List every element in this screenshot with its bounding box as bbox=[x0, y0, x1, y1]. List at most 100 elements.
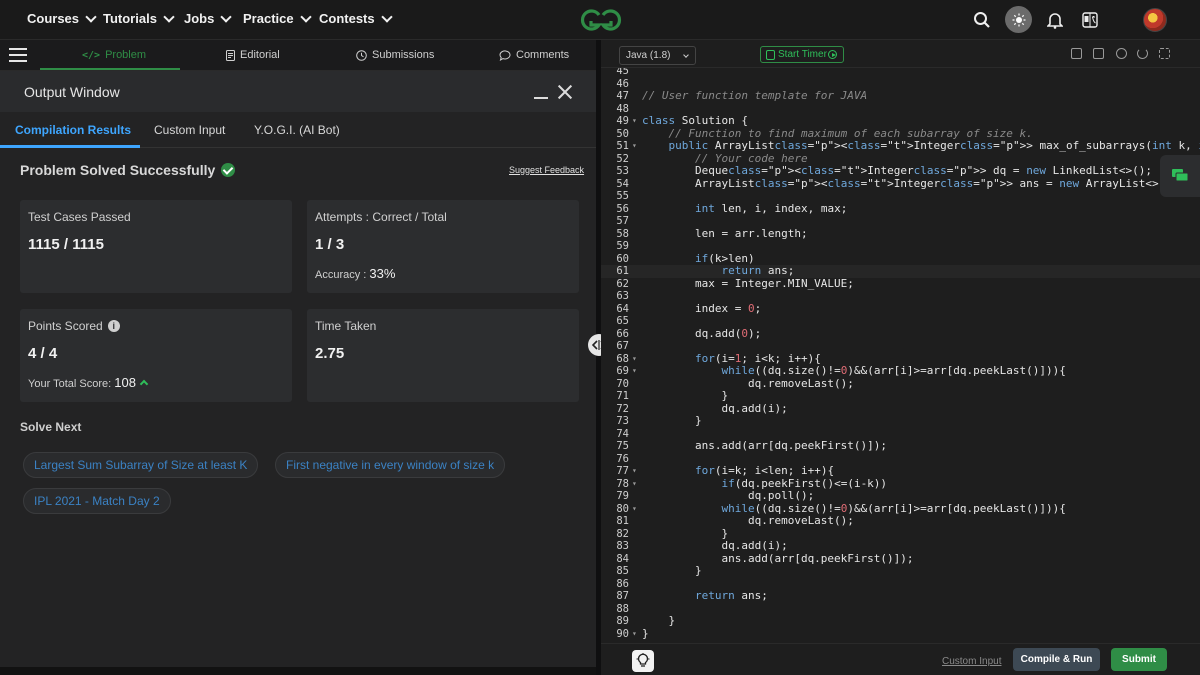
code-line[interactable]: 71 } bbox=[601, 389, 1200, 403]
tab-custom-input[interactable]: Custom Input bbox=[154, 123, 225, 137]
nav-jobs-label: Jobs bbox=[184, 11, 215, 26]
nav-jobs[interactable]: Jobs bbox=[184, 10, 233, 26]
card-test-cases: Test Cases Passed 1115 / 1115 bbox=[20, 200, 292, 293]
copy-icon[interactable] bbox=[1071, 48, 1082, 59]
compile-run-button[interactable]: Compile & Run bbox=[1013, 648, 1100, 671]
code-line[interactable]: 58 len = arr.length; bbox=[601, 227, 1200, 241]
code-line[interactable]: 65 bbox=[601, 315, 1200, 328]
settings-icon[interactable] bbox=[1116, 48, 1127, 59]
code-line[interactable]: 59 bbox=[601, 240, 1200, 253]
close-icon[interactable] bbox=[557, 84, 573, 100]
line-number: 66 bbox=[616, 327, 629, 340]
editor-footer: Custom Input Compile & Run Submit bbox=[601, 643, 1200, 675]
nav-tutorials[interactable]: Tutorials bbox=[103, 10, 175, 26]
code-line[interactable]: 69 ▾ while((dq.size()!=0)&&(arr[i]>=arr[d… bbox=[601, 364, 1200, 378]
translate-icon[interactable] bbox=[1078, 8, 1102, 32]
code-text: return ans; bbox=[721, 264, 795, 277]
nav-courses-label: Courses bbox=[27, 11, 80, 26]
line-number: 90 bbox=[616, 627, 629, 640]
code-line[interactable]: 66 dq.add(0); bbox=[601, 327, 1200, 341]
tab-editorial[interactable]: Editorial bbox=[226, 49, 280, 61]
code-text: } bbox=[642, 414, 702, 427]
code-line[interactable]: 81 dq.removeLast(); bbox=[601, 514, 1200, 528]
fold-chevron-icon[interactable]: ▾ bbox=[632, 353, 637, 366]
code-line[interactable]: 77 ▾ for(i=k; i<len; i++){ bbox=[601, 464, 1200, 478]
bell-icon[interactable] bbox=[1043, 8, 1067, 32]
comment-icon bbox=[499, 49, 511, 61]
search-icon[interactable] bbox=[970, 8, 994, 32]
code-line[interactable]: 62 max = Integer.MIN_VALUE; bbox=[601, 277, 1200, 291]
solve-next-chip[interactable]: First negative in every window of size k bbox=[275, 452, 506, 478]
code-area[interactable]: 45 46 47 // User function template for JAVA… bbox=[601, 68, 1200, 644]
suggest-feedback-link[interactable]: Suggest Feedback bbox=[509, 165, 584, 175]
chat-icon[interactable] bbox=[1160, 155, 1200, 197]
fold-chevron-icon[interactable]: ▾ bbox=[632, 503, 637, 516]
code-editor-panel: Java (1.8) Start Timer 45 46 47 // User fun… bbox=[601, 40, 1200, 675]
line-number: 52 bbox=[616, 152, 629, 165]
language-select[interactable]: Java (1.8) bbox=[619, 46, 696, 65]
status-text: Problem Solved Successfully bbox=[20, 162, 216, 178]
code-line[interactable]: 88 bbox=[601, 603, 1200, 616]
code-line[interactable]: 79 dq.poll(); bbox=[601, 489, 1200, 503]
fullscreen-icon[interactable] bbox=[1159, 48, 1170, 59]
info-icon[interactable]: i bbox=[107, 320, 120, 332]
line-number: 83 bbox=[616, 540, 629, 552]
tab-compilation-results[interactable]: Compilation Results bbox=[15, 123, 131, 137]
code-line[interactable]: 90 ▾} bbox=[601, 627, 1200, 641]
lightbulb-icon[interactable] bbox=[632, 650, 654, 672]
code-line[interactable]: 75 ans.add(arr[dq.peekFirst()]); bbox=[601, 439, 1200, 453]
line-number: 76 bbox=[616, 452, 629, 465]
nav-contests[interactable]: Contests bbox=[319, 10, 393, 26]
tab-comments[interactable]: Comments bbox=[499, 49, 569, 61]
code-text: } bbox=[642, 564, 702, 577]
solve-next-chip[interactable]: Largest Sum Subarray of Size at least K bbox=[23, 452, 259, 478]
code-line[interactable]: 45 bbox=[601, 68, 1200, 78]
code-line[interactable]: 54 ArrayListclass="p"><class="t">Integer… bbox=[601, 177, 1200, 191]
solve-next-chip[interactable]: IPL 2021 - Match Day 2 bbox=[23, 488, 171, 514]
line-number: 51 bbox=[616, 140, 629, 152]
nav-tutorials-label: Tutorials bbox=[103, 11, 157, 26]
code-line[interactable]: 63 bbox=[601, 290, 1200, 303]
fold-chevron-icon[interactable]: ▾ bbox=[632, 478, 637, 491]
code-line[interactable]: 89 } bbox=[601, 614, 1200, 628]
nav-courses[interactable]: Courses bbox=[27, 10, 97, 26]
code-line[interactable]: 87 return ans; bbox=[601, 589, 1200, 603]
code-line[interactable]: 57 bbox=[601, 215, 1200, 228]
submit-button[interactable]: Submit bbox=[1111, 648, 1167, 671]
fold-chevron-icon[interactable]: ▾ bbox=[632, 115, 637, 128]
code-line[interactable]: 56 int len, i, index, max; bbox=[601, 201, 1200, 216]
code-line[interactable]: 51 ▾ public ArrayListclass="p"><class="t"… bbox=[601, 139, 1200, 153]
nav-practice[interactable]: Practice bbox=[243, 10, 312, 26]
line-number: 57 bbox=[616, 215, 629, 227]
code-line[interactable]: 83 dq.add(i); bbox=[601, 539, 1200, 553]
theme-toggle-sun-icon[interactable] bbox=[1005, 6, 1032, 33]
start-timer-button[interactable]: Start Timer bbox=[760, 46, 844, 63]
code-line[interactable]: 53 Dequeclass="p"><class="t">Integerclas… bbox=[601, 164, 1200, 178]
gfg-logo-icon[interactable] bbox=[576, 6, 626, 34]
avatar[interactable] bbox=[1143, 8, 1167, 32]
code-line[interactable]: 61 return ans; bbox=[601, 264, 1200, 278]
tab-problem[interactable]: </> Problem bbox=[82, 49, 146, 61]
upload-icon[interactable] bbox=[1093, 48, 1104, 59]
reset-icon[interactable] bbox=[1137, 48, 1148, 59]
code-line[interactable]: 47 // User function template for JAVA bbox=[601, 89, 1200, 103]
code-line[interactable]: 64 index = 0; bbox=[601, 302, 1200, 316]
code-line[interactable]: 73 } bbox=[601, 414, 1200, 428]
custom-input-link[interactable]: Custom Input bbox=[942, 656, 1001, 667]
code-line[interactable]: 85 } bbox=[601, 564, 1200, 578]
fold-chevron-icon[interactable]: ▾ bbox=[632, 140, 637, 153]
tab-submissions[interactable]: Submissions bbox=[356, 49, 434, 61]
start-timer-label: Start Timer bbox=[778, 49, 827, 60]
menu-icon[interactable] bbox=[9, 48, 27, 62]
code-text: int len, i, index, max; bbox=[694, 201, 848, 215]
fold-chevron-icon[interactable]: ▾ bbox=[632, 365, 637, 378]
fold-chevron-icon[interactable]: ▾ bbox=[632, 628, 637, 641]
minimize-icon[interactable] bbox=[534, 97, 548, 99]
code-line[interactable]: 55 bbox=[601, 190, 1200, 203]
tab-yogi-ai-bot[interactable]: Y.O.G.I. (AI Bot) bbox=[254, 123, 340, 137]
line-number: 53 bbox=[616, 165, 629, 177]
code-line[interactable]: 67 bbox=[601, 340, 1200, 353]
tab-submissions-label: Submissions bbox=[372, 49, 435, 61]
fold-chevron-icon[interactable]: ▾ bbox=[632, 465, 637, 478]
line-number: 86 bbox=[616, 577, 629, 590]
